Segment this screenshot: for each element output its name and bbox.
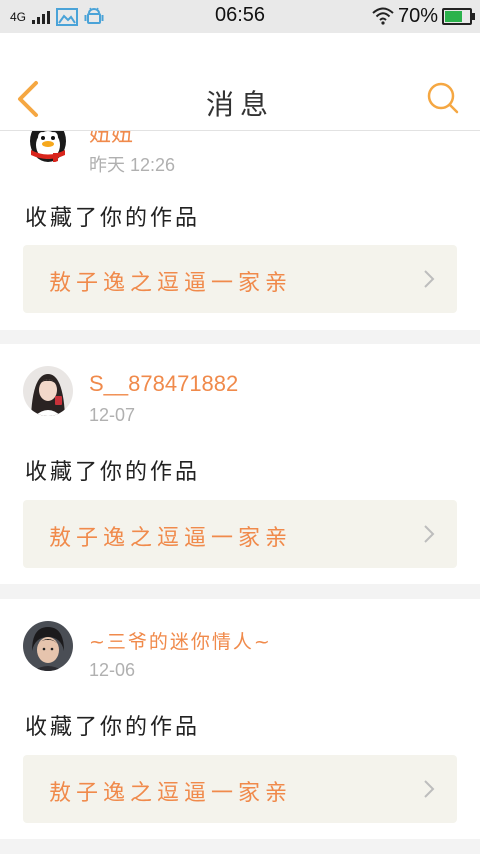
message-card: 妞妞 昨天 12:26 收藏了你的作品 敖子逸之逗逼一家亲 (0, 100, 480, 330)
work-title: 敖子逸之逗逼一家亲 (49, 271, 293, 296)
work-title: 敖子逸之逗逼一家亲 (49, 526, 293, 551)
action-text: 收藏了你的作品 (25, 206, 201, 231)
girl-photo-avatar[interactable] (23, 366, 73, 416)
action-text: 收藏了你的作品 (25, 460, 201, 485)
timestamp: 昨天 12:26 (89, 155, 176, 175)
work-link[interactable]: 敖子逸之逗逼一家亲 (23, 245, 457, 313)
app-header: 消息 (0, 33, 480, 131)
username[interactable]: S__878471882 (89, 371, 238, 397)
message-card: ~三爷的迷你情人~ 12-06 收藏了你的作品 敖子逸之逗逼一家亲 (0, 599, 480, 839)
battery-icon (442, 7, 475, 25)
timestamp: 12-06 (89, 660, 136, 680)
page-title: 消息 (205, 88, 274, 121)
message-card: S__878471882 12-07 收藏了你的作品 敖子逸之逗逼一家亲 (0, 344, 480, 584)
status-bar: 4G 06:56 70% (0, 0, 480, 33)
work-title: 敖子逸之逗逼一家亲 (49, 781, 293, 806)
search-icon[interactable] (426, 81, 460, 115)
action-text: 收藏了你的作品 (25, 715, 201, 740)
username[interactable]: ~三爷的迷你情人~ (89, 627, 272, 654)
work-link[interactable]: 敖子逸之逗逼一家亲 (23, 755, 457, 823)
boy-photo-avatar[interactable] (23, 621, 73, 671)
timestamp: 12-07 (89, 405, 136, 425)
work-link[interactable]: 敖子逸之逗逼一家亲 (23, 500, 457, 568)
status-right: 70% (372, 4, 475, 28)
chevron-right-icon (424, 780, 435, 798)
battery-percent: 70% (397, 4, 438, 27)
chevron-right-icon (424, 270, 435, 288)
chevron-right-icon (424, 525, 435, 543)
wifi-icon (372, 7, 394, 25)
